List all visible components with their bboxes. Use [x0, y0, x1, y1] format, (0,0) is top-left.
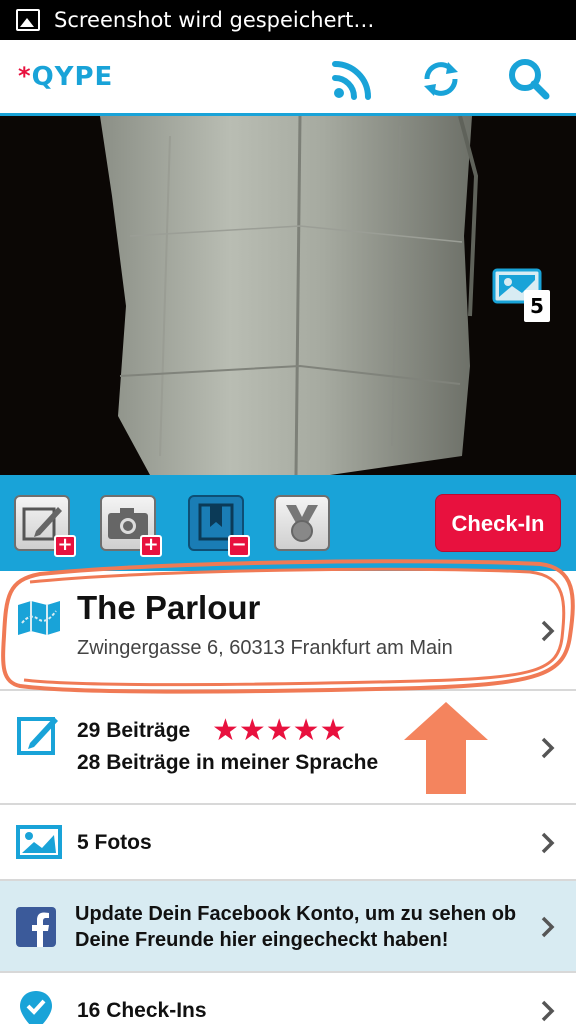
refresh-button[interactable]	[418, 56, 464, 102]
chevron-right-icon	[541, 620, 555, 642]
rating-stars: ★★★★★	[212, 713, 347, 748]
gallery-count-badge: 5	[524, 290, 550, 322]
checkins-row[interactable]: 16 Check-Ins	[0, 973, 576, 1024]
write-review-button[interactable]: +	[14, 495, 76, 557]
image-icon	[16, 9, 40, 31]
minus-icon: −	[228, 535, 250, 557]
reviews-in-language: 28 Beiträge in meiner Sprache	[77, 751, 379, 774]
chevron-right-icon	[541, 916, 555, 938]
logo-star: *	[18, 62, 32, 90]
bookmark-button[interactable]: −	[188, 495, 250, 557]
checkins-label: 16 Check-Ins	[77, 999, 207, 1022]
plus-icon: +	[140, 535, 162, 557]
chevron-right-icon	[541, 737, 555, 759]
reviews-row[interactable]: 29 Beiträge ★★★★★ 28 Beiträge in meiner …	[0, 691, 576, 805]
write-review-icon	[17, 717, 58, 755]
search-icon	[509, 59, 550, 100]
image-icon	[16, 825, 62, 859]
paper-bag-image	[0, 116, 576, 475]
facebook-icon	[16, 907, 56, 947]
plus-icon: +	[54, 535, 76, 557]
map-icon	[18, 601, 60, 635]
checkin-button[interactable]: Check-In	[435, 494, 561, 552]
status-bar: Screenshot wird gespeichert…	[0, 0, 576, 40]
rss-button[interactable]	[330, 56, 376, 102]
photos-row[interactable]: 5 Fotos	[0, 805, 576, 881]
review-count: 29 Beiträge	[77, 719, 191, 742]
place-photo[interactable]: 5	[0, 116, 576, 475]
logo-text: QYPE	[31, 62, 114, 92]
facebook-prompt: Update Dein Facebook Konto, um zu sehen …	[75, 903, 517, 951]
sync-icon	[424, 62, 458, 96]
place-address: Zwingergasse 6, 60313 Frankfurt am Main	[77, 637, 453, 659]
checkin-pin-icon	[20, 991, 52, 1024]
rss-icon	[332, 61, 371, 100]
qype-logo[interactable]: *QYPE	[18, 62, 113, 92]
chevron-right-icon	[541, 1000, 555, 1022]
badge-button[interactable]	[274, 495, 330, 551]
chevron-right-icon	[541, 832, 555, 854]
badge-icon	[286, 505, 318, 542]
app-bar: *QYPE	[0, 40, 576, 116]
photos-label: 5 Fotos	[77, 831, 152, 854]
place-info-row[interactable]: The Parlour Zwingergasse 6, 60313 Frankf…	[0, 571, 576, 691]
search-button[interactable]	[506, 56, 552, 102]
facebook-row[interactable]: Update Dein Facebook Konto, um zu sehen …	[0, 881, 576, 973]
add-photo-button[interactable]: +	[100, 495, 162, 557]
status-text: Screenshot wird gespeichert…	[54, 8, 375, 32]
place-name: The Parlour	[77, 589, 261, 626]
